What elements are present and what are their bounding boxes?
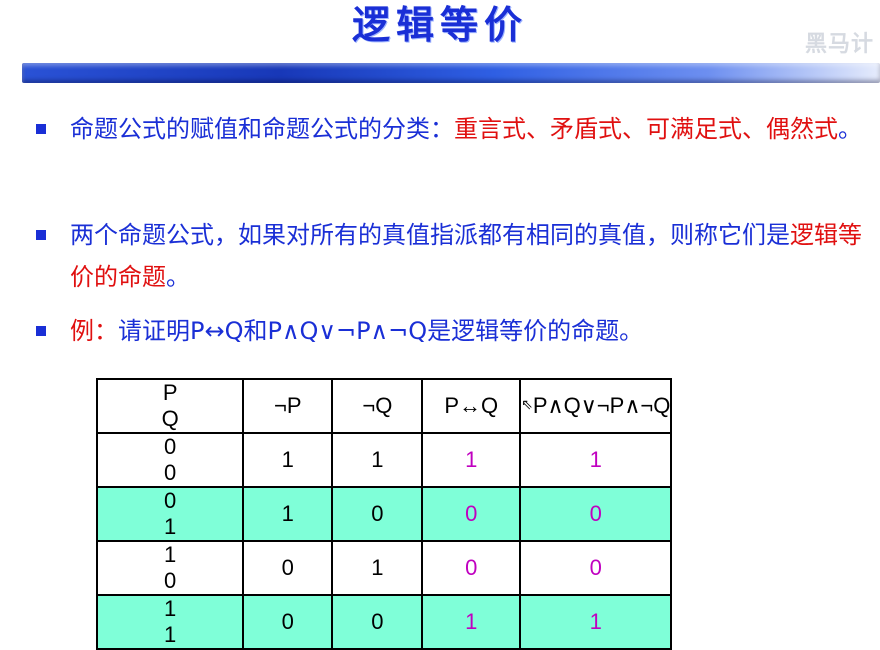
watermark-logo: 黑马计 <box>804 32 874 57</box>
cell-biconditional: 0 <box>421 540 522 596</box>
bullet-text: 例：请证明P↔Q和P∧Q∨¬P∧¬Q是逻辑等价的命题。 <box>70 310 876 352</box>
cell-not-p: 0 <box>242 594 334 650</box>
cell-q: 1 <box>164 514 177 539</box>
cell-p: 0 <box>164 434 177 459</box>
cell-not-q: 1 <box>331 540 424 596</box>
bullet-text-blue: 。 <box>838 115 862 143</box>
header-cell-not-q: ¬Q <box>331 378 424 434</box>
bullet-square-icon <box>36 124 46 134</box>
cell-p: 1 <box>164 542 177 567</box>
table-row: 00 1 1 1 1 <box>95 432 820 488</box>
bullet-text-red: 例： <box>70 317 118 345</box>
bullet-text: 命题公式的赋值和命题公式的分类：重言式、矛盾式、可满足式、偶然式。 <box>70 108 876 150</box>
title-divider-bar <box>22 63 880 83</box>
cell-not-q: 0 <box>331 594 424 650</box>
cell-not-p: 1 <box>242 432 334 488</box>
cell-not-q: 0 <box>331 486 424 542</box>
cell-p-q: 01 <box>95 486 245 542</box>
table-row: 11 0 0 1 1 <box>95 594 820 650</box>
bullet-text: 两个命题公式，如果对所有的真值指派都有相同的真值，则称它们是逻辑等价的命题。 <box>70 214 876 298</box>
cell-q: 1 <box>164 622 177 647</box>
header-cell-q: Q <box>161 406 179 431</box>
cell-formula: 1 <box>519 594 673 650</box>
cell-p-q: 00 <box>95 432 245 488</box>
header-cell-biconditional: P↔Q <box>421 378 522 434</box>
table-row: 01 1 0 0 0 <box>95 486 820 542</box>
cell-biconditional: 1 <box>421 594 522 650</box>
header-cell-p: P <box>162 380 178 405</box>
bullet-text-blue: 请证明P↔Q和P∧Q∨¬P∧¬Q是逻辑等价的命题。 <box>118 317 644 345</box>
table-row: 10 0 1 0 0 <box>95 540 820 596</box>
cell-not-p: 0 <box>242 540 334 596</box>
cell-formula: 1 <box>519 432 673 488</box>
mouse-cursor-icon: ⇖ <box>521 396 533 412</box>
bullet-text-red: 重言式、矛盾式、可满足式、偶然式 <box>454 115 838 143</box>
bullet-text-blue: 两个命题公式，如果对所有的真值指派都有相同的真值，则称它们是 <box>70 221 790 249</box>
truth-table-header-row: PQ ¬P ¬Q P↔Q ⇖P∧Q∨¬P∧¬Q <box>95 378 820 434</box>
cell-q: 0 <box>164 460 177 485</box>
header-cell-p-q: PQ <box>95 378 245 434</box>
header-cell-formula-text: P∧Q∨¬P∧¬Q <box>532 393 671 418</box>
cell-biconditional: 1 <box>421 432 522 488</box>
bullet-text-blue: 命题公式的赋值和命题公式的分类： <box>70 115 454 143</box>
truth-table: PQ ¬P ¬Q P↔Q ⇖P∧Q∨¬P∧¬Q 00 1 1 1 1 01 1 … <box>95 378 821 650</box>
cell-biconditional: 0 <box>421 486 522 542</box>
cell-formula: 0 <box>519 486 673 542</box>
bullet-text-blue: 。 <box>166 263 190 291</box>
bullet-item-classification: 命题公式的赋值和命题公式的分类：重言式、矛盾式、可满足式、偶然式。 <box>36 108 876 198</box>
slide-title: 逻辑等价 <box>351 2 528 47</box>
cell-p-q: 10 <box>95 540 245 596</box>
cell-not-p: 1 <box>242 486 334 542</box>
cell-not-q: 1 <box>331 432 424 488</box>
bullet-square-icon <box>36 326 46 336</box>
cell-q: 0 <box>164 568 177 593</box>
cell-p-q: 11 <box>95 594 245 650</box>
header-cell-formula: ⇖P∧Q∨¬P∧¬Q <box>519 378 673 434</box>
bullet-square-icon <box>36 230 46 240</box>
cell-formula: 0 <box>519 540 673 596</box>
bullet-item-definition: 两个命题公式，如果对所有的真值指派都有相同的真值，则称它们是逻辑等价的命题。 <box>36 214 876 304</box>
cell-p: 0 <box>164 488 177 513</box>
bullet-item-example: 例：请证明P↔Q和P∧Q∨¬P∧¬Q是逻辑等价的命题。 <box>36 310 876 354</box>
cell-p: 1 <box>164 596 177 621</box>
header-cell-not-p: ¬P <box>242 378 334 434</box>
